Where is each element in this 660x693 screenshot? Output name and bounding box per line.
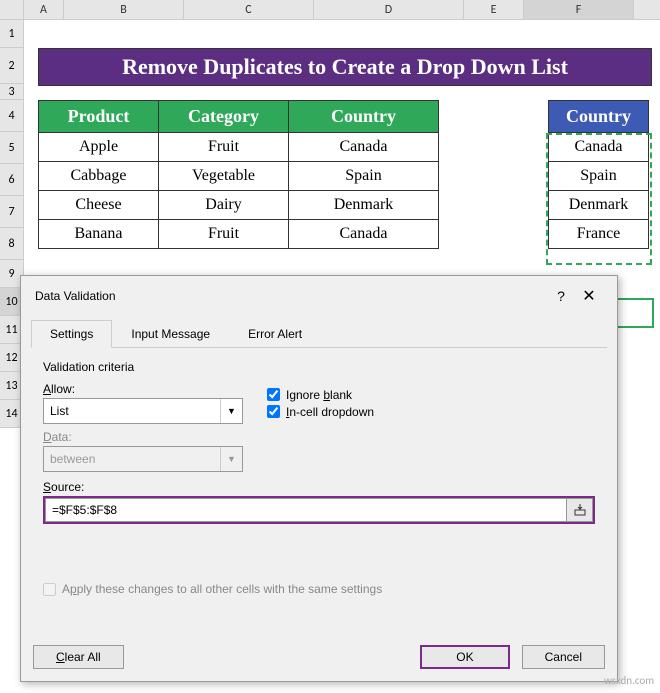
chevron-down-icon[interactable]: ▼ bbox=[220, 399, 242, 423]
clear-all-button[interactable]: Clear All bbox=[33, 645, 124, 669]
criteria-label: Validation criteria bbox=[43, 360, 595, 374]
column-headers: A B C D E F bbox=[0, 0, 660, 20]
tab-input-message[interactable]: Input Message bbox=[112, 320, 229, 348]
ignore-blank-label: Ignore blank bbox=[286, 388, 352, 402]
col-d[interactable]: D bbox=[314, 0, 464, 19]
tab-settings[interactable]: Settings bbox=[31, 320, 112, 348]
row-8[interactable]: 8 bbox=[0, 228, 24, 260]
incell-label: In-cell dropdown bbox=[286, 405, 374, 419]
dialog-tabs: Settings Input Message Error Alert bbox=[31, 320, 607, 348]
help-button[interactable]: ? bbox=[547, 288, 575, 304]
watermark: wsxdn.com bbox=[604, 674, 654, 687]
th-country[interactable]: Country bbox=[289, 101, 439, 133]
data-value: between bbox=[50, 452, 95, 466]
table-cell[interactable]: Vegetable bbox=[159, 162, 289, 191]
main-table: Product Category Country AppleFruitCanad… bbox=[38, 100, 439, 249]
table-cell[interactable]: Canada bbox=[289, 133, 439, 162]
col-a[interactable]: A bbox=[24, 0, 64, 19]
range-picker-icon bbox=[574, 504, 586, 516]
close-button[interactable]: ✕ bbox=[575, 286, 603, 306]
th-category[interactable]: Category bbox=[159, 101, 289, 133]
data-label: Data: bbox=[43, 430, 243, 444]
source-input[interactable]: =$F$5:$F$8 bbox=[45, 498, 567, 522]
country-table: Country Canada Spain Denmark France bbox=[548, 100, 649, 249]
row-2[interactable]: 2 bbox=[0, 48, 24, 84]
row-1[interactable]: 1 bbox=[0, 20, 24, 48]
table-cell[interactable]: Banana bbox=[39, 220, 159, 249]
ignore-blank-checkbox[interactable] bbox=[267, 388, 280, 401]
table-cell[interactable]: Fruit bbox=[159, 220, 289, 249]
table-cell[interactable]: Apple bbox=[39, 133, 159, 162]
table-cell[interactable]: Spain bbox=[289, 162, 439, 191]
col-e[interactable]: E bbox=[464, 0, 524, 19]
dialog-title: Data Validation bbox=[35, 289, 547, 303]
cancel-button[interactable]: Cancel bbox=[522, 645, 605, 669]
table-cell[interactable]: Cheese bbox=[39, 191, 159, 220]
apply-all-checkbox bbox=[43, 583, 56, 596]
tab-error-alert[interactable]: Error Alert bbox=[229, 320, 321, 348]
row-4[interactable]: 4 bbox=[0, 100, 24, 132]
chevron-down-icon: ▼ bbox=[220, 447, 242, 471]
table-cell[interactable]: Canada bbox=[289, 220, 439, 249]
ok-button[interactable]: OK bbox=[420, 645, 509, 669]
row-6[interactable]: 6 bbox=[0, 164, 24, 196]
table-cell[interactable]: France bbox=[549, 220, 649, 249]
table-cell[interactable]: Dairy bbox=[159, 191, 289, 220]
th-country2[interactable]: Country bbox=[549, 101, 649, 133]
data-dropdown: between ▼ bbox=[43, 446, 243, 472]
select-all-corner[interactable] bbox=[0, 0, 24, 19]
title-banner: Remove Duplicates to Create a Drop Down … bbox=[38, 48, 652, 86]
dialog-titlebar[interactable]: Data Validation ? ✕ bbox=[21, 276, 617, 316]
incell-dropdown-checkbox[interactable] bbox=[267, 405, 280, 418]
table-cell[interactable]: Denmark bbox=[289, 191, 439, 220]
range-picker-button[interactable] bbox=[567, 498, 593, 522]
table-cell[interactable]: Fruit bbox=[159, 133, 289, 162]
allow-label: Allow: bbox=[43, 382, 243, 396]
allow-dropdown[interactable]: List ▼ bbox=[43, 398, 243, 424]
col-f[interactable]: F bbox=[524, 0, 634, 19]
apply-all-label: Apply these changes to all other cells w… bbox=[62, 582, 382, 596]
data-validation-dialog: Data Validation ? ✕ Settings Input Messa… bbox=[20, 275, 618, 682]
table-cell[interactable]: Spain bbox=[549, 162, 649, 191]
row-7[interactable]: 7 bbox=[0, 196, 24, 228]
source-label: Source: bbox=[43, 480, 84, 494]
row-3[interactable]: 3 bbox=[0, 84, 24, 100]
table-cell[interactable]: Canada bbox=[549, 133, 649, 162]
th-product[interactable]: Product bbox=[39, 101, 159, 133]
col-b[interactable]: B bbox=[64, 0, 184, 19]
table-cell[interactable]: Cabbage bbox=[39, 162, 159, 191]
col-c[interactable]: C bbox=[184, 0, 314, 19]
table-cell[interactable]: Denmark bbox=[549, 191, 649, 220]
allow-value: List bbox=[50, 404, 69, 418]
row-5[interactable]: 5 bbox=[0, 132, 24, 164]
